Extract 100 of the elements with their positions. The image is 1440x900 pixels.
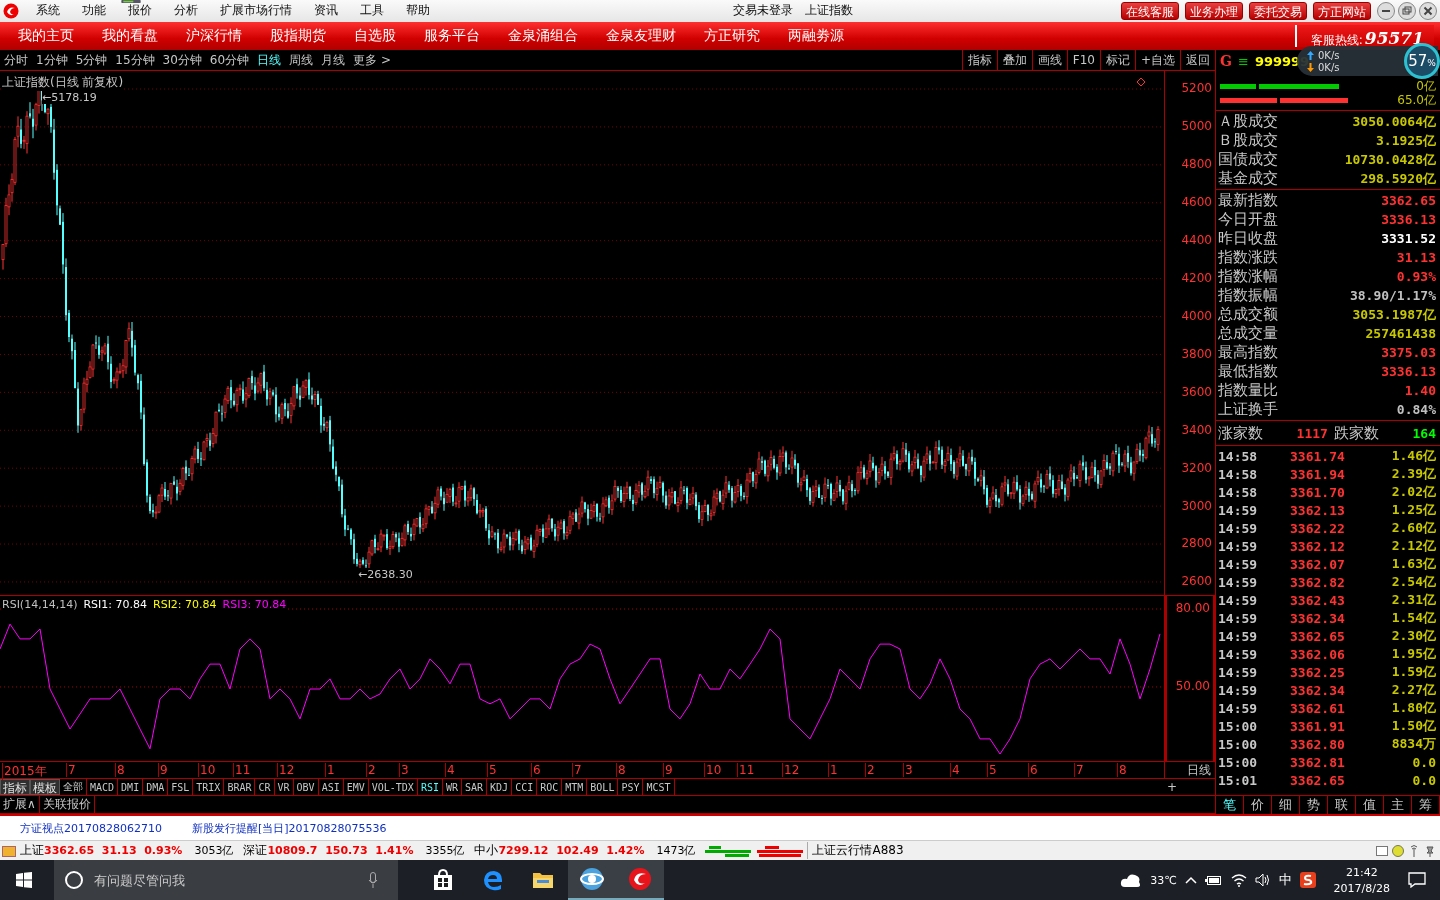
period-tab[interactable]: 1分钟: [32, 51, 72, 69]
percent-unit: %: [1427, 58, 1436, 69]
indicator-tab[interactable]: MTM: [562, 779, 588, 796]
index-quote: 上证3362.65 31.13 0.93%: [20, 842, 183, 860]
indicator-tab[interactable]: 全部: [60, 779, 87, 796]
menu-item[interactable]: 扩展市场行情: [209, 2, 303, 20]
date-tick-label: 5: [987, 763, 997, 778]
menu-item[interactable]: 系统: [25, 2, 71, 20]
price-tick-label: 4200: [1181, 271, 1212, 286]
period-tab[interactable]: 更多 >: [349, 51, 395, 69]
tick-time: 14:58: [1218, 466, 1259, 482]
pin-icon[interactable]: [1424, 844, 1436, 857]
antenna-icon[interactable]: [1408, 844, 1420, 857]
indicator-tab[interactable]: KDJ: [487, 779, 513, 796]
menu-item[interactable]: 资讯: [303, 2, 349, 20]
close-icon[interactable]: [1419, 1, 1437, 20]
weather-icon[interactable]: [1120, 872, 1143, 888]
add-label[interactable]: +: [1166, 780, 1177, 795]
minimize-icon[interactable]: [1377, 1, 1395, 20]
indicator-tab[interactable]: TRIX: [193, 779, 225, 796]
nav-item[interactable]: 我的看盘: [93, 27, 168, 46]
cloud-quote-label[interactable]: 上证云行情A883: [807, 842, 904, 860]
swirl-icon: [628, 867, 652, 891]
menu-item[interactable]: 分析: [163, 2, 209, 20]
app-s-icon[interactable]: [1299, 872, 1316, 888]
period-tab[interactable]: 月线: [317, 51, 350, 69]
caret-icon[interactable]: [1184, 876, 1197, 884]
menu-item[interactable]: 功能: [71, 2, 117, 20]
indicator-mode-tab[interactable]: 模板: [30, 779, 60, 796]
extra-tab[interactable]: 扩展∧: [0, 796, 40, 814]
menu-item[interactable]: 工具: [349, 2, 395, 20]
notification-icon[interactable]: [1408, 872, 1426, 888]
nav-item[interactable]: 金泉友理财: [597, 27, 686, 46]
indicator-tab[interactable]: DMI: [118, 779, 144, 796]
tick-volume: 1.50亿: [1391, 717, 1436, 736]
indicator-tab[interactable]: DMA: [143, 779, 169, 796]
search-box[interactable]: 有问题尽管问我: [54, 860, 398, 900]
taskbar-app[interactable]: [568, 860, 616, 900]
menu-item[interactable]: 帮助: [395, 2, 441, 20]
input-method-label[interactable]: 中: [1278, 871, 1292, 889]
date-tick-label: 6: [1028, 763, 1038, 778]
news-link[interactable]: 方证视点20170828062710: [20, 820, 162, 836]
nav-item[interactable]: 股指期货: [261, 27, 336, 46]
tick-volume: 1.59亿: [1391, 663, 1436, 682]
nav-item[interactable]: 两融劵源: [779, 27, 854, 46]
start-icon[interactable]: [16, 872, 32, 888]
nav-item[interactable]: 金泉涌组合: [499, 27, 588, 46]
period-tab[interactable]: 15分钟: [111, 51, 159, 69]
window-icon[interactable]: [1376, 844, 1388, 857]
memory-percent: 57: [1408, 52, 1428, 71]
indicator-tab[interactable]: MCST: [643, 779, 675, 796]
browser-icon[interactable]: [482, 869, 504, 891]
stat-value: 3336.13: [1381, 364, 1436, 380]
search-field[interactable]: 有问题尽管问我: [92, 871, 360, 889]
period-tab[interactable]: 60分钟: [205, 51, 254, 69]
period-tab[interactable]: 分时: [0, 51, 32, 69]
advance-count: 1117: [1296, 425, 1328, 441]
indicator-mode-tab[interactable]: 指标: [0, 779, 30, 796]
quote-menu[interactable]: ≡: [1237, 53, 1249, 69]
tick-volume: 2.54亿: [1391, 573, 1436, 592]
clock-date[interactable]: 2017/8/28: [1333, 881, 1390, 895]
volume-label: Ａ股成交: [1218, 112, 1278, 132]
store-icon[interactable]: [432, 869, 454, 891]
header-button[interactable]: 方正网站: [1313, 1, 1371, 20]
battery-icon[interactable]: [1204, 874, 1223, 886]
tick-price: 3362.81: [1290, 754, 1345, 770]
period-tab[interactable]: 周线: [285, 51, 318, 69]
header-button[interactable]: 委托交易: [1249, 1, 1307, 20]
nav-item[interactable]: 沪深行情: [177, 27, 252, 46]
menu-item[interactable]: 报价: [117, 2, 163, 20]
period-tab[interactable]: 30分钟: [158, 51, 206, 69]
indicator-tab[interactable]: ROC: [537, 779, 563, 796]
restore-icon[interactable]: [1398, 1, 1416, 20]
nav-item[interactable]: 自选股: [345, 27, 406, 46]
coin-icon[interactable]: [1392, 844, 1404, 857]
wifi-icon[interactable]: [1230, 873, 1247, 887]
stat-label: 最高指数: [1218, 343, 1278, 363]
header-button[interactable]: 在线客服: [1121, 1, 1179, 20]
date-tick-label: 2: [366, 763, 376, 778]
indicator-tab[interactable]: SAR: [462, 779, 488, 796]
advance-label: 涨家数: [1218, 423, 1263, 443]
indicator-tab[interactable]: CCI: [512, 779, 538, 796]
taskbar-app[interactable]: [616, 860, 664, 900]
price-tick-label: 4800: [1181, 157, 1212, 172]
microphone-icon[interactable]: [368, 872, 378, 888]
tick-time: 14:59: [1218, 520, 1259, 536]
chart-title: 上证指数(日线 前复权): [2, 74, 124, 92]
tick-price: 3361.91: [1290, 718, 1345, 734]
news-link[interactable]: 新股发行提醒[当日]20170828075536: [192, 820, 387, 836]
period-tab[interactable]: 5分钟: [71, 51, 112, 69]
nav-item[interactable]: 我的主页: [9, 27, 84, 46]
header-button[interactable]: 业务办理: [1185, 1, 1243, 20]
nav-item[interactable]: 方正研究: [695, 27, 770, 46]
clock-time[interactable]: 21:42: [1345, 865, 1378, 879]
tick-price: 3361.74: [1290, 448, 1345, 464]
period-tab[interactable]: 日线: [253, 51, 286, 69]
temperature-label[interactable]: 33℃: [1150, 873, 1177, 887]
speaker-icon[interactable]: [1254, 873, 1271, 887]
indicator-tab[interactable]: MACD: [87, 779, 119, 796]
nav-item[interactable]: 服务平台: [415, 27, 490, 46]
